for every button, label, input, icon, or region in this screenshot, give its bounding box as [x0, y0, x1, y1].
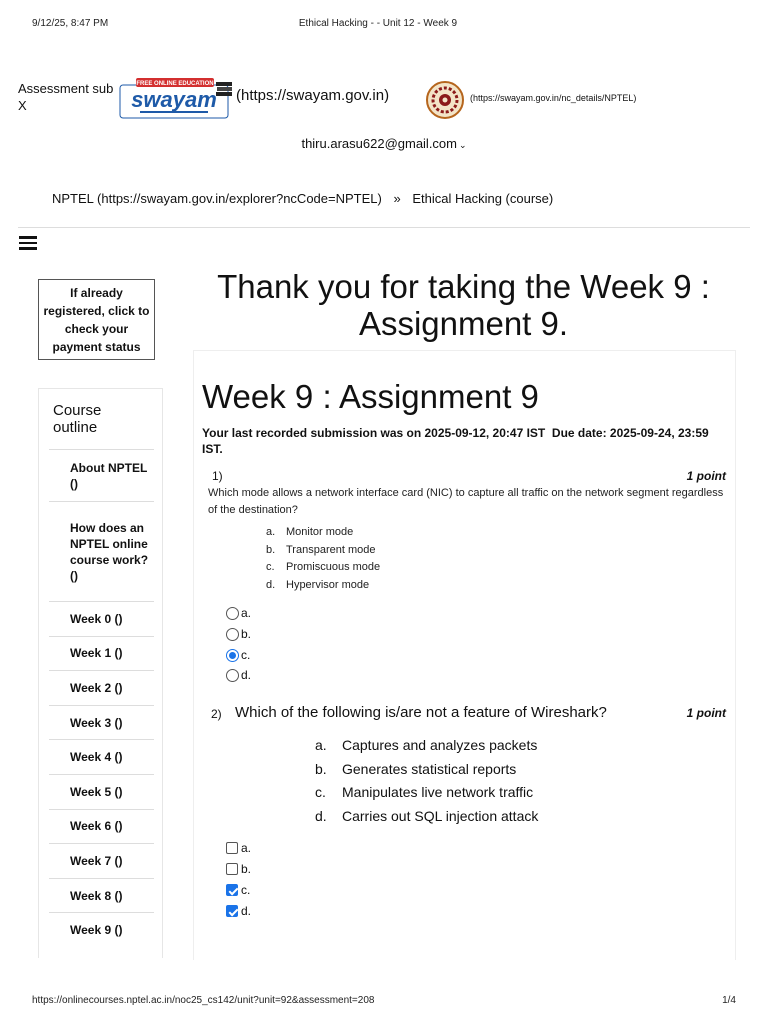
question-2-option-a: a. Captures and analyzes packets	[315, 737, 538, 753]
question-1-option-c: c. Promiscuous mode	[266, 561, 381, 573]
submission-info: Your last recorded submission was on 202…	[202, 425, 732, 457]
question-1-option-a: a. Monitor mode	[266, 526, 354, 538]
sidebar-item-week-6[interactable]: Week 6 ()	[49, 808, 154, 844]
print-page-number: 1/4	[722, 995, 736, 1006]
question-2-answer-a[interactable]: a.	[226, 841, 251, 855]
question-1-answer-d[interactable]: d.	[226, 668, 251, 682]
radio-button[interactable]	[226, 668, 239, 682]
print-doc-title: Ethical Hacking - - Unit 12 - Week 9	[298, 18, 458, 29]
last-submission-text: Your last recorded submission was on 202…	[202, 426, 546, 440]
checkbox-checked[interactable]	[226, 884, 238, 896]
checkbox[interactable]	[226, 842, 238, 854]
radio-button[interactable]	[226, 627, 239, 641]
breadcrumb-course-link[interactable]: Ethical Hacking (course)	[412, 191, 553, 206]
question-1-option-d: d. Hypervisor mode	[266, 578, 370, 591]
swayam-logo[interactable]: FREE ONLINE EDUCATION swayam	[118, 76, 238, 120]
question-1-option-b: b. Transparent mode	[266, 543, 376, 556]
sidebar-item-week-9[interactable]: Week 9 ()	[49, 912, 154, 947]
course-outline-heading: Course outline	[53, 402, 102, 436]
sidebar-item-week-1[interactable]: Week 1 ()	[49, 635, 154, 671]
payment-status-button[interactable]: If already registered, click to check yo…	[38, 279, 155, 360]
breadcrumb: NPTEL (https://swayam.gov.in/explorer?nc…	[52, 191, 553, 206]
question-2-answer-b[interactable]: b.	[226, 862, 251, 876]
print-footer-url: https://onlinecourses.nptel.ac.in/noc25_…	[32, 995, 375, 1006]
nptel-logo-icon	[426, 81, 464, 119]
question-2-number: 2)	[211, 707, 222, 721]
swayam-url-link[interactable]: (https://swayam.gov.in)	[236, 87, 389, 104]
nptel-logo[interactable]	[425, 80, 465, 120]
question-1-answer-a[interactable]: a.	[226, 606, 251, 620]
question-1-answer-c[interactable]: c.	[226, 648, 250, 662]
question-2-answer-d[interactable]: d.	[226, 904, 251, 918]
question-2-answer-c[interactable]: c.	[226, 883, 250, 897]
print-footer: https://onlinecourses.nptel.ac.in/noc25_…	[32, 995, 736, 1006]
course-outline-list: About NPTEL () How does an NPTEL online …	[49, 449, 154, 947]
thank-you-heading: Thank you for taking the Week 9 : Assign…	[217, 268, 710, 342]
account-menu[interactable]: thiru.arasu622@gmail.com ⌄	[0, 136, 768, 151]
sidebar-item-week-0[interactable]: Week 0 ()	[49, 601, 154, 636]
swayam-logo-icon: FREE ONLINE EDUCATION swayam	[119, 78, 232, 119]
radio-button-selected[interactable]	[226, 648, 239, 662]
question-2-options: a. Captures and analyzes packets b. Genera…	[315, 734, 538, 828]
assignment-title: Week 9 : Assignment 9	[202, 378, 539, 415]
course-outline-sidebar: Course outline About NPTEL () How does a…	[38, 388, 163, 958]
account-email: thiru.arasu622@gmail.com	[301, 136, 457, 151]
sidebar-item-week-8[interactable]: Week 8 ()	[49, 877, 154, 913]
checkbox-checked[interactable]	[226, 905, 238, 917]
sidebar-item-about-nptel[interactable]: About NPTEL ()	[49, 449, 154, 501]
sidebar-item-week-4[interactable]: Week 4 ()	[49, 739, 154, 774]
swayam-logo-text: swayam	[131, 87, 217, 112]
question-2-option-c: c. Manipulates live network traffic	[315, 784, 534, 800]
question-2-points: 1 point	[686, 706, 726, 720]
question-1-number: 1)	[212, 469, 223, 483]
question-1-options: a. Monitor mode b. Transparent mode c. Prom…	[266, 524, 380, 594]
question-2-option-d: d. Carries out SQL injection attack	[315, 807, 539, 824]
nptel-url-link[interactable]: (https://swayam.gov.in/nc_details/NPTEL)	[470, 93, 636, 103]
question-2-text: Which of the following is/are not a feat…	[235, 704, 607, 721]
sidebar-item-week-3[interactable]: Week 3 ()	[49, 704, 154, 740]
tab-label[interactable]: Assessment sub X	[18, 80, 122, 114]
question-1-answer-b[interactable]: b.	[226, 627, 251, 641]
question-1-text: Which mode allows a network interface ca…	[208, 487, 724, 516]
breadcrumb-nptel-link[interactable]: NPTEL (https://swayam.gov.in/explorer?nc…	[52, 191, 382, 206]
radio-button[interactable]	[226, 606, 239, 620]
sidebar-item-week-7[interactable]: Week 7 ()	[49, 843, 154, 878]
header-divider	[18, 227, 750, 228]
sidebar-item-week-5[interactable]: Week 5 ()	[49, 773, 154, 809]
breadcrumb-separator: »	[393, 191, 401, 206]
sidebar-item-how-it-works[interactable]: How does an NPTEL online course work? ()	[49, 501, 154, 601]
checkbox[interactable]	[226, 863, 238, 875]
chevron-down-icon: ⌄	[459, 140, 467, 150]
sidebar-item-week-2[interactable]: Week 2 ()	[49, 670, 154, 705]
question-1-points: 1 point	[686, 469, 726, 483]
hamburger-menu-icon[interactable]	[19, 236, 37, 250]
question-2-option-b: b. Generates statistical reports	[315, 760, 517, 777]
brand-row: Assessment sub X FREE ONLINE EDUCATION s…	[18, 76, 718, 126]
